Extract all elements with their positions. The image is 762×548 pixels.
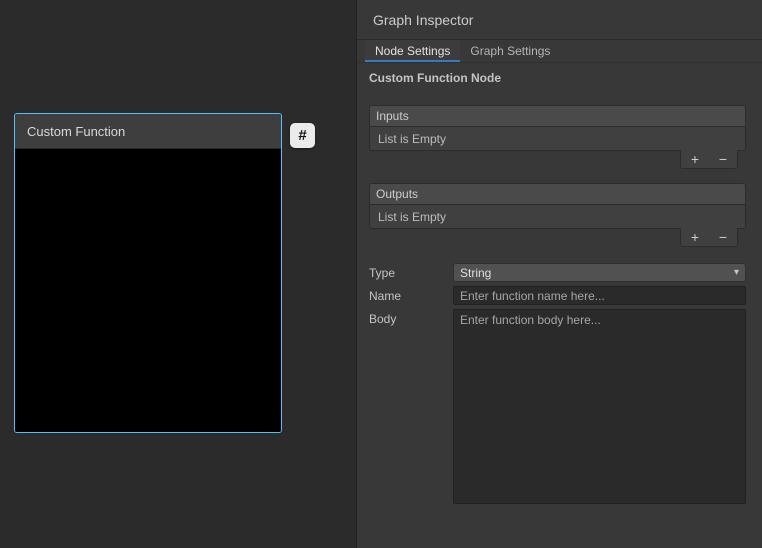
node-preview [15, 149, 281, 432]
function-body-input[interactable] [453, 309, 746, 504]
outputs-empty-row: List is Empty [369, 204, 746, 229]
node-title[interactable]: Custom Function [15, 114, 281, 149]
tab-graph-settings[interactable]: Graph Settings [460, 40, 560, 62]
outputs-add-button[interactable]: + [684, 229, 706, 246]
inputs-empty-row: List is Empty [369, 126, 746, 151]
inputs-add-button[interactable]: + [684, 151, 706, 168]
body-label: Body [369, 309, 453, 504]
name-label: Name [369, 286, 453, 305]
function-fields: Type String ▾ Name Body [369, 263, 746, 504]
outputs-remove-button[interactable]: − [712, 229, 734, 246]
type-dropdown-value: String [460, 266, 491, 280]
outputs-list-footer: + − [369, 229, 746, 249]
inputs-list: Inputs List is Empty + − [369, 105, 746, 171]
type-label: Type [369, 263, 453, 282]
type-field-row: Type String ▾ [369, 263, 746, 282]
type-dropdown[interactable]: String ▾ [453, 263, 746, 282]
node-settings-content: Custom Function Node Inputs List is Empt… [357, 63, 762, 504]
custom-function-node[interactable]: Custom Function [14, 113, 282, 433]
graph-canvas[interactable]: Custom Function # [0, 0, 356, 548]
inspector-tabbar: Node Settings Graph Settings [357, 40, 762, 63]
tab-node-settings-label: Node Settings [375, 44, 450, 58]
graph-inspector-panel: Graph Inspector Node Settings Graph Sett… [356, 0, 762, 548]
inputs-list-header: Inputs [369, 105, 746, 126]
inputs-list-footer: + − [369, 151, 746, 171]
inspector-header: Graph Inspector [357, 0, 762, 40]
outputs-footer-box: + − [680, 228, 738, 247]
inputs-footer-box: + − [680, 150, 738, 169]
outputs-list-header: Outputs [369, 183, 746, 204]
hash-badge-icon[interactable]: # [290, 123, 315, 148]
tab-graph-settings-label: Graph Settings [470, 44, 550, 58]
tab-node-settings[interactable]: Node Settings [365, 40, 460, 62]
body-field-row: Body [369, 309, 746, 504]
function-name-input[interactable] [453, 286, 746, 305]
outputs-list: Outputs List is Empty + − [369, 183, 746, 249]
chevron-down-icon: ▾ [734, 267, 739, 278]
node-settings-heading: Custom Function Node [369, 71, 746, 85]
inputs-remove-button[interactable]: − [712, 151, 734, 168]
name-field-row: Name [369, 286, 746, 305]
inspector-title: Graph Inspector [373, 12, 473, 28]
